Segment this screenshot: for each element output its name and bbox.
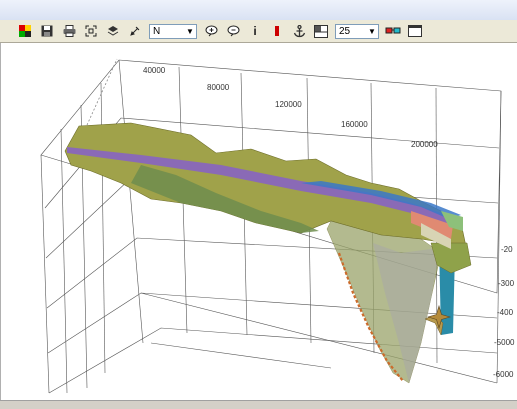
direction-select[interactable]: N ▼ xyxy=(149,23,197,39)
pick-icon[interactable] xyxy=(126,22,144,40)
anchor-icon[interactable] xyxy=(290,22,308,40)
toolbar: N ▼ i 25 ▼ xyxy=(0,20,517,43)
z-tick-label: -20 xyxy=(501,245,513,254)
print-icon[interactable] xyxy=(60,22,78,40)
x-tick-label: 80000 xyxy=(207,83,230,92)
z-tick-label: -5000 xyxy=(494,338,515,347)
color-palette-icon[interactable] xyxy=(16,22,34,40)
terrain-surface xyxy=(64,122,472,384)
zoom-out-icon[interactable] xyxy=(224,22,242,40)
3d-scene[interactable]: 40000 80000 120000 160000 200000 -20 -30… xyxy=(1,43,517,400)
size-select[interactable]: 25 ▼ xyxy=(335,23,379,39)
direction-select-value: N xyxy=(153,25,161,37)
save-icon[interactable] xyxy=(38,22,56,40)
chevron-down-icon: ▼ xyxy=(368,26,376,36)
stereo-glasses-icon[interactable] xyxy=(384,22,402,40)
panel-icon[interactable] xyxy=(312,22,330,40)
z-axis-ticks: -20 -300 -400 -5000 -6000 xyxy=(493,245,515,379)
y-axis-dashes xyxy=(86,58,118,126)
z-tick-label: -6000 xyxy=(493,370,514,379)
fit-view-icon[interactable] xyxy=(82,22,100,40)
z-tick-label: -400 xyxy=(497,308,514,317)
3d-viewport[interactable]: 40000 80000 120000 160000 200000 -20 -30… xyxy=(0,43,517,400)
layers-icon[interactable] xyxy=(104,22,122,40)
x-tick-label: 200000 xyxy=(411,140,438,149)
info-icon[interactable]: i xyxy=(246,22,264,40)
zoom-in-icon[interactable] xyxy=(202,22,220,40)
x-tick-label: 40000 xyxy=(143,66,166,75)
z-tick-label: -300 xyxy=(498,279,515,288)
size-select-value: 25 xyxy=(339,25,351,37)
window-titlebar xyxy=(0,0,517,21)
window-icon[interactable] xyxy=(406,22,424,40)
marker-icon[interactable] xyxy=(268,22,286,40)
info-glyph: i xyxy=(253,24,257,38)
chevron-down-icon: ▼ xyxy=(186,26,194,36)
x-tick-label: 120000 xyxy=(275,100,302,109)
x-tick-label: 160000 xyxy=(341,120,368,129)
